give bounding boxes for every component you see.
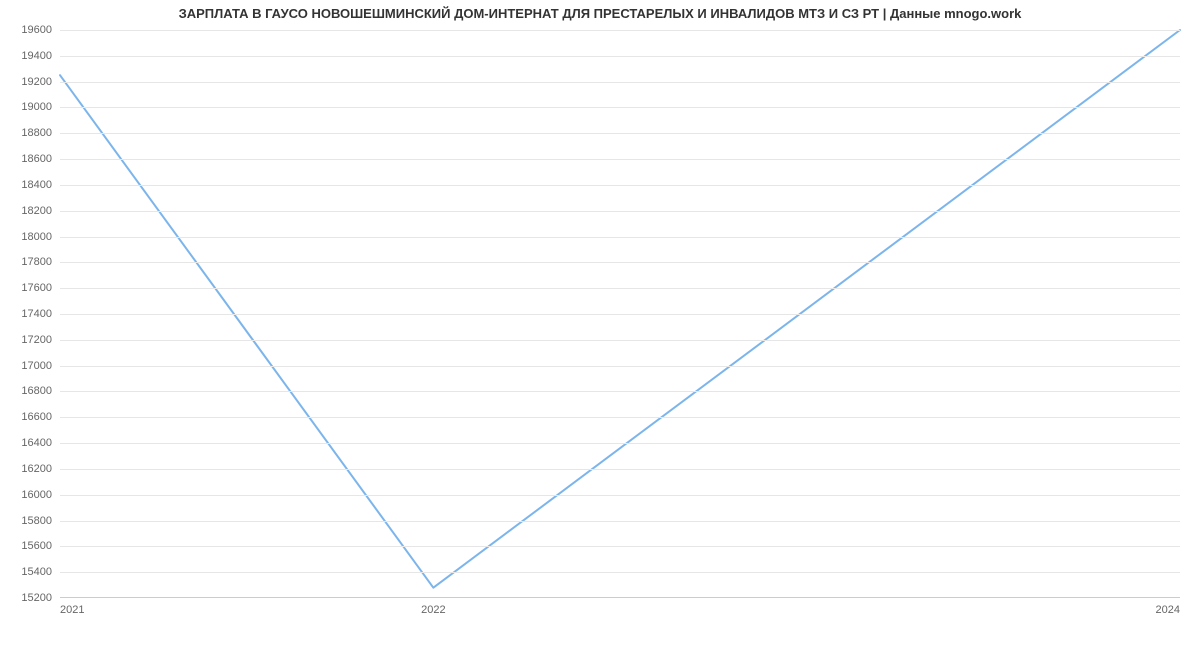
y-tick-label: 18400 xyxy=(21,179,52,191)
plot-area: 1520015400156001580016000162001640016600… xyxy=(60,30,1180,598)
gridline xyxy=(60,107,1180,108)
y-tick-label: 18600 xyxy=(21,153,52,165)
gridline xyxy=(60,288,1180,289)
x-tick-label: 2021 xyxy=(60,604,84,616)
y-tick-label: 18200 xyxy=(21,205,52,217)
y-tick-label: 16000 xyxy=(21,489,52,501)
gridline xyxy=(60,133,1180,134)
gridline xyxy=(60,30,1180,31)
y-tick-label: 18800 xyxy=(21,127,52,139)
y-tick-label: 19400 xyxy=(21,50,52,62)
gridline xyxy=(60,56,1180,57)
gridline xyxy=(60,521,1180,522)
gridline xyxy=(60,314,1180,315)
chart-title: ЗАРПЛАТА В ГАУСО НОВОШЕШМИНСКИЙ ДОМ-ИНТЕ… xyxy=(0,6,1200,21)
y-tick-label: 16200 xyxy=(21,463,52,475)
gridline xyxy=(60,391,1180,392)
gridline xyxy=(60,366,1180,367)
gridline xyxy=(60,469,1180,470)
y-tick-label: 19200 xyxy=(21,76,52,88)
series-line xyxy=(60,30,1180,588)
y-tick-label: 17800 xyxy=(21,256,52,268)
y-tick-label: 17400 xyxy=(21,308,52,320)
x-tick-label: 2022 xyxy=(421,604,445,616)
gridline xyxy=(60,443,1180,444)
y-tick-label: 16400 xyxy=(21,437,52,449)
gridline xyxy=(60,340,1180,341)
gridline xyxy=(60,237,1180,238)
x-tick-label: 2024 xyxy=(1156,604,1180,616)
gridline xyxy=(60,262,1180,263)
y-tick-label: 19000 xyxy=(21,101,52,113)
y-tick-label: 16600 xyxy=(21,411,52,423)
gridline xyxy=(60,495,1180,496)
y-tick-label: 15200 xyxy=(21,592,52,604)
y-tick-label: 18000 xyxy=(21,231,52,243)
chart-container: ЗАРПЛАТА В ГАУСО НОВОШЕШМИНСКИЙ ДОМ-ИНТЕ… xyxy=(0,0,1200,650)
gridline xyxy=(60,546,1180,547)
y-tick-label: 16800 xyxy=(21,385,52,397)
y-tick-label: 15800 xyxy=(21,515,52,527)
gridline xyxy=(60,185,1180,186)
y-tick-label: 17000 xyxy=(21,360,52,372)
y-tick-label: 15400 xyxy=(21,566,52,578)
y-tick-label: 15600 xyxy=(21,540,52,552)
y-tick-label: 17600 xyxy=(21,282,52,294)
gridline xyxy=(60,159,1180,160)
gridline xyxy=(60,417,1180,418)
gridline xyxy=(60,211,1180,212)
y-tick-label: 19600 xyxy=(21,24,52,36)
gridline xyxy=(60,572,1180,573)
gridline xyxy=(60,82,1180,83)
y-tick-label: 17200 xyxy=(21,334,52,346)
